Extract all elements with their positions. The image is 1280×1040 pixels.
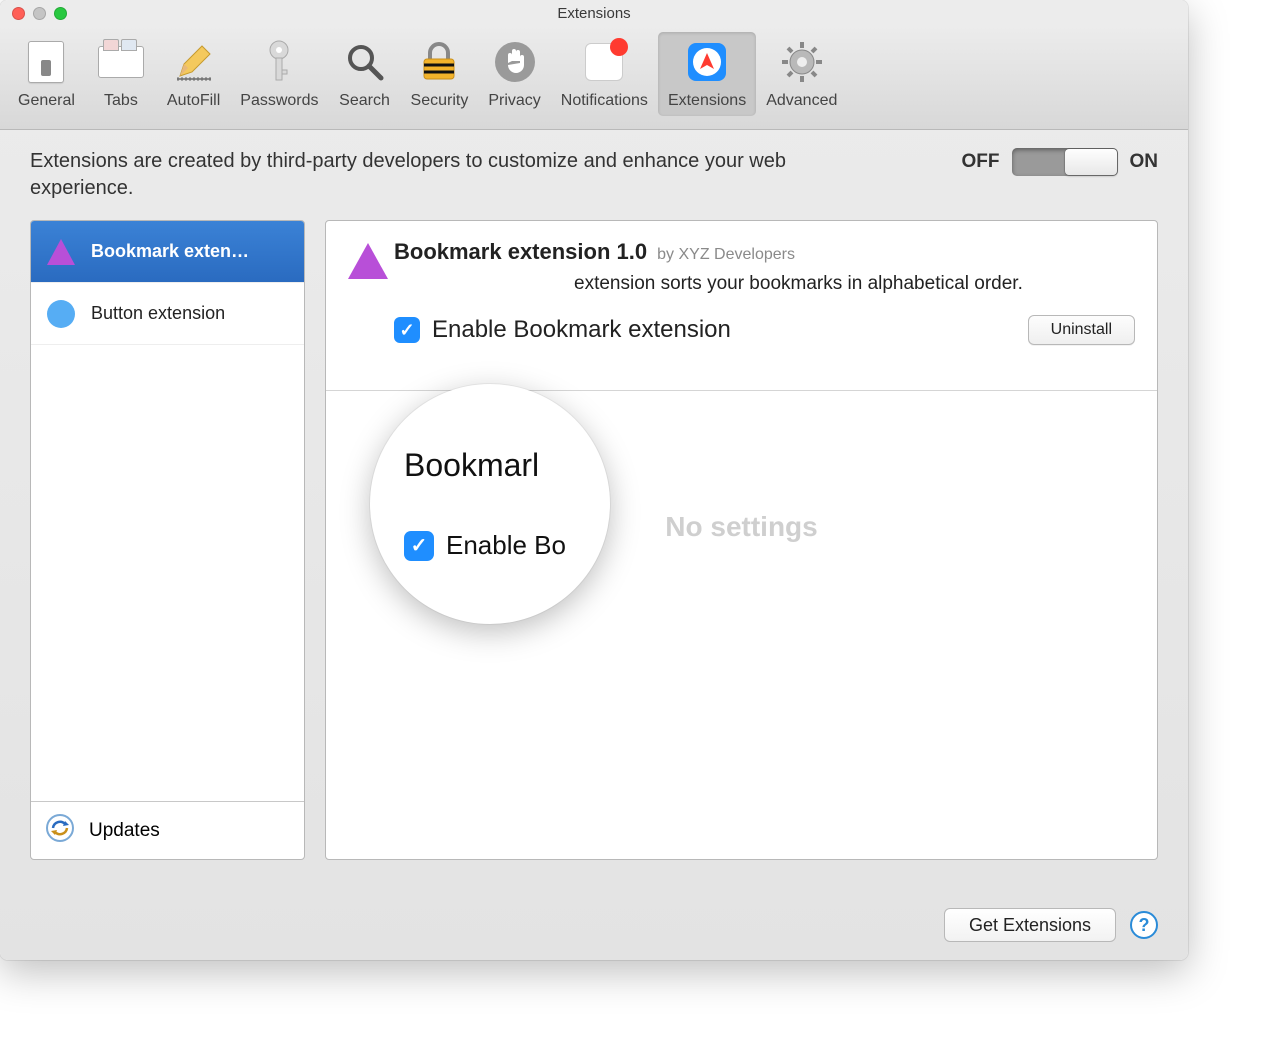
no-settings-label: No settings: [665, 511, 817, 543]
magnifier-icon: [339, 36, 391, 88]
content-area: Extensions are created by third-party de…: [0, 130, 1188, 960]
extension-author: by XYZ Developers: [657, 246, 795, 264]
enable-checkbox-zoomed: ✓: [404, 531, 434, 561]
intro-text: Extensions are created by third-party de…: [30, 148, 810, 202]
tab-label: Search: [339, 92, 390, 110]
enable-label: Enable Bookmark extension: [432, 316, 731, 344]
tabs-icon: [95, 36, 147, 88]
get-extensions-button[interactable]: Get Extensions: [944, 908, 1116, 942]
tab-label: Extensions: [668, 92, 746, 110]
notifications-icon: [578, 36, 630, 88]
extensions-sidebar: Bookmark exten… Button extension Updates: [30, 220, 305, 860]
sidebar-item-label: Bookmark exten…: [91, 241, 249, 262]
tab-label: General: [18, 92, 75, 110]
titlebar: Extensions: [0, 0, 1188, 26]
tab-label: Notifications: [561, 92, 648, 110]
tab-tabs[interactable]: Tabs: [85, 32, 157, 116]
sidebar-item-label: Button extension: [91, 303, 225, 324]
badge-dot-icon: [610, 38, 628, 56]
sidebar-item-bookmark-extension[interactable]: Bookmark exten…: [31, 221, 304, 283]
window-title: Extensions: [0, 5, 1188, 22]
tab-extensions[interactable]: Extensions: [658, 32, 756, 116]
tab-autofill[interactable]: AutoFill: [157, 32, 230, 116]
magnifier-title-fragment: Bookmarl: [404, 447, 610, 484]
tab-notifications[interactable]: Notifications: [551, 32, 658, 116]
tab-privacy[interactable]: Privacy: [478, 32, 550, 116]
sidebar-updates[interactable]: Updates: [31, 801, 304, 859]
pencil-icon: [168, 36, 220, 88]
compass-icon: [681, 36, 733, 88]
enable-checkbox[interactable]: ✓: [394, 317, 420, 343]
updates-icon: [45, 813, 75, 849]
tab-label: Advanced: [766, 92, 837, 110]
tab-passwords[interactable]: Passwords: [230, 32, 328, 116]
magnifier-enable-fragment: Enable Bo: [446, 530, 566, 561]
tab-label: Passwords: [240, 92, 318, 110]
circle-icon: [45, 298, 77, 330]
triangle-icon: [45, 236, 77, 268]
tab-label: Security: [411, 92, 469, 110]
sidebar-updates-label: Updates: [89, 820, 160, 842]
lock-icon: [413, 36, 465, 88]
toggle-switch[interactable]: [1012, 148, 1118, 176]
toggle-on-label: ON: [1130, 151, 1159, 173]
sidebar-item-button-extension[interactable]: Button extension: [31, 283, 304, 345]
magnifier-callout: Bookmarl ✓ Enable Bo: [370, 384, 610, 624]
tab-label: AutoFill: [167, 92, 220, 110]
help-button[interactable]: ?: [1130, 911, 1158, 939]
extension-description: extension sorts your bookmarks in alphab…: [574, 273, 1135, 295]
hand-icon: [489, 36, 541, 88]
key-icon: [253, 36, 305, 88]
tab-search[interactable]: Search: [329, 32, 401, 116]
extensions-master-toggle: OFF ON: [962, 148, 1159, 176]
gear-icon: [776, 36, 828, 88]
tab-general[interactable]: General: [8, 32, 85, 116]
extension-icon: [348, 243, 388, 283]
general-icon: [20, 36, 72, 88]
tab-label: Privacy: [488, 92, 540, 110]
toggle-off-label: OFF: [962, 151, 1000, 173]
preferences-toolbar: General Tabs AutoFill Passwords Search: [0, 26, 1188, 130]
tab-label: Tabs: [104, 92, 138, 110]
tab-security[interactable]: Security: [401, 32, 479, 116]
tab-advanced[interactable]: Advanced: [756, 32, 847, 116]
extension-title: Bookmark extension 1.0: [394, 239, 647, 265]
uninstall-button[interactable]: Uninstall: [1028, 315, 1135, 345]
preferences-window: Extensions General Tabs AutoFill Passwor…: [0, 0, 1188, 960]
